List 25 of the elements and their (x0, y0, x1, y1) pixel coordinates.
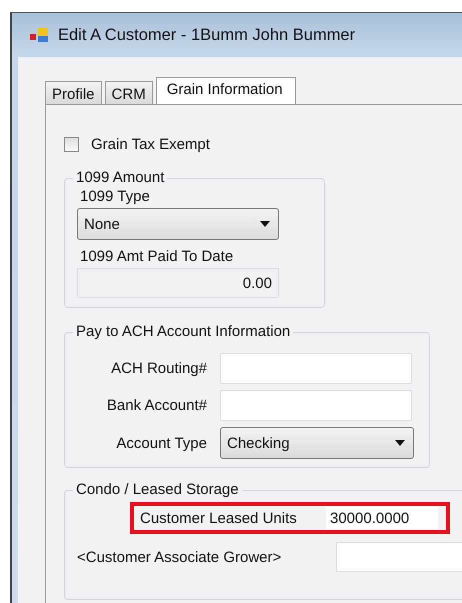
caret-icon (395, 440, 405, 446)
caret-icon (260, 221, 270, 227)
field-label: Bank Account# (106, 397, 207, 414)
amount-field[interactable]: 0.00 (77, 268, 279, 298)
field-label: ACH Routing# (110, 360, 207, 377)
field-label: 1099 Amt Paid To Date (80, 248, 234, 265)
checkbox-label: Grain Tax Exempt (91, 136, 210, 152)
window-title: Edit A Customer - 1Bumm John Bummer (58, 26, 356, 44)
group-title: Pay to ACH Account Information (73, 323, 294, 341)
dropdown[interactable]: Checking (220, 427, 414, 459)
tab[interactable]: CRM (104, 81, 153, 104)
dropdown[interactable]: None (77, 208, 279, 240)
input-field[interactable] (336, 542, 462, 572)
app-icon (30, 27, 50, 43)
field-label: Account Type (115, 434, 207, 452)
tab[interactable]: Profile (45, 81, 102, 104)
group-title: Condo / Leased Storage (73, 481, 242, 499)
input-field[interactable]: 30000.0000 (326, 506, 438, 530)
tab[interactable]: Grain Information (156, 77, 296, 104)
input-field[interactable] (220, 390, 412, 421)
input-field[interactable] (220, 353, 412, 384)
field-label: <Customer Associate Grower> (77, 548, 282, 566)
field-label: 1099 Type (80, 188, 151, 205)
field-label: Customer Leased Units (140, 510, 298, 526)
checkbox[interactable] (64, 136, 79, 152)
